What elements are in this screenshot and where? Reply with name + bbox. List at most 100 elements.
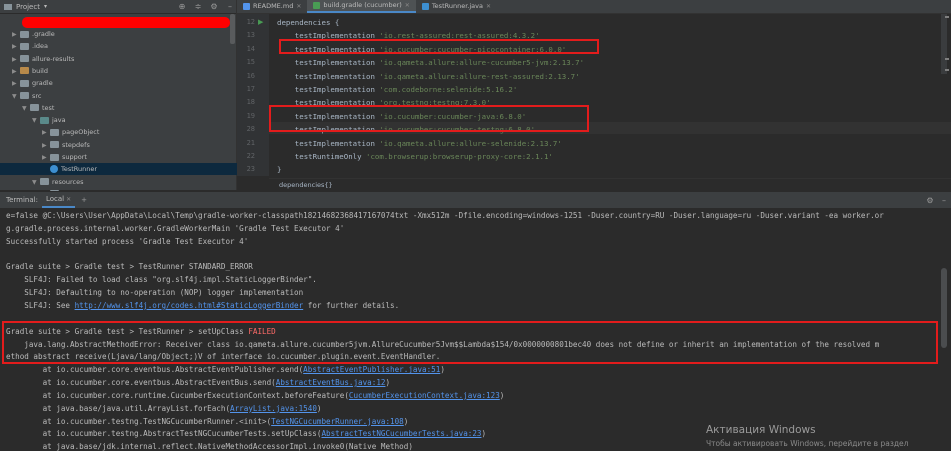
tree-item[interactable]: ▶ .gradle [0, 28, 248, 40]
code-keyword: testRuntimeOnly [277, 152, 366, 161]
project-folder-icon [4, 3, 12, 10]
chevron-down-icon[interactable]: ▾ [44, 3, 47, 10]
terminal-text: ) [403, 416, 409, 426]
terminal-line: at io.cucumber.testng.AbstractTestNGCucu… [6, 429, 487, 439]
terminal-line: SLF4J: Defaulting to no-operation (NOP) … [6, 288, 304, 298]
code-line: dependencies { [277, 18, 339, 27]
chevron-right-icon[interactable]: ▶ [12, 29, 20, 41]
tree-item-label: TestRunner [61, 165, 98, 174]
terminal-link[interactable]: TestNGCucumberRunner.java:108 [271, 417, 404, 426]
folder-icon [20, 67, 29, 75]
terminal-link[interactable]: AbstractEventBus.java:12 [276, 378, 386, 387]
terminal-text: ) [385, 378, 391, 388]
tree-item[interactable]: ▼ test [0, 102, 258, 114]
project-scrollbar[interactable] [230, 14, 235, 44]
tree-item[interactable]: ▼ src [0, 90, 248, 102]
editor-tab[interactable]: TestRunner.java ✕ [416, 0, 497, 13]
line-number: 14 [246, 44, 255, 53]
terminal-text: SLF4J: See [6, 300, 75, 310]
java-file-icon [421, 3, 429, 10]
editor-tab[interactable]: README.md ✕ [237, 0, 307, 13]
folder-icon [50, 153, 59, 161]
terminal-link[interactable]: AbstractEventPublisher.java:51 [303, 365, 440, 374]
tree-item-label: support [62, 153, 87, 161]
line-number: 15 [246, 58, 255, 67]
folder-icon [50, 141, 59, 149]
chevron-down-icon[interactable]: ▼ [12, 91, 20, 103]
editor-tab[interactable]: build.gradle (cucumber) ✕ [307, 0, 416, 13]
line-number: 23 [246, 165, 255, 174]
terminal-output[interactable]: e=false @C:\Users\User\AppData\Local\Tem… [0, 208, 951, 451]
chevron-right-icon[interactable]: ▶ [12, 66, 20, 78]
editor-tab-label: build.gradle (cucumber) [323, 1, 402, 9]
terminal-link[interactable]: CucumberExecutionContext.java:123 [349, 391, 500, 400]
tree-item-label: java [52, 116, 66, 125]
code-string: 'io.qameta.allure:allure-selenide:2.13.7… [379, 138, 562, 148]
code-string: 'com.codeborne:selenide:5.16.2' [379, 85, 518, 94]
terminal-scrollbar[interactable] [940, 208, 948, 450]
close-icon[interactable]: ✕ [296, 0, 301, 13]
code-string: 'io.qameta.allure:allure-cucumber5-jvm:2… [379, 58, 585, 68]
close-icon[interactable]: ✕ [486, 0, 491, 13]
terminal-text: at io.cucumber.core.eventbus.AbstractEve… [6, 378, 276, 388]
class-icon [50, 165, 58, 174]
chevron-right-icon[interactable]: ▶ [42, 127, 50, 139]
gear-icon[interactable]: ⚙ [923, 196, 937, 205]
project-title[interactable]: Project [16, 3, 40, 11]
editor-gutter: 12 ▶ 13 14 15 16 17 18 19 28 21 22 23 [237, 14, 269, 176]
terminal-line: at java.base/java.util.ArrayList.forEach… [6, 403, 322, 413]
tree-item[interactable]: ▶ build [0, 65, 248, 77]
line-number: 12 [246, 18, 255, 26]
highlight-box-error [2, 321, 938, 364]
folder-icon [40, 116, 49, 124]
chevron-down-icon[interactable]: ▼ [22, 103, 30, 115]
target-icon[interactable]: ⊕ [176, 2, 188, 11]
folder-icon [20, 42, 29, 50]
terminal-tab-label: Local [45, 195, 65, 203]
close-icon[interactable]: ✕ [405, 0, 410, 12]
line-number: 17 [246, 85, 255, 93]
tree-item[interactable]: ▼ java [0, 114, 268, 126]
hide-icon[interactable]: – [937, 196, 951, 205]
chevron-right-icon[interactable]: ▶ [12, 78, 20, 90]
chevron-right-icon[interactable]: ▶ [12, 54, 20, 66]
terminal-text: ) [316, 403, 322, 413]
add-terminal-icon[interactable]: + [81, 196, 87, 204]
editor-scrollbar[interactable] [941, 14, 947, 74]
markdown-file-icon [243, 3, 250, 10]
scroll-thumb[interactable] [941, 268, 947, 348]
tree-item-label: .gradle [32, 30, 55, 38]
terminal-link[interactable]: AbstractTestNGCucumberTests.java:23 [321, 429, 481, 438]
folder-icon [20, 30, 29, 38]
code-line: testImplementation 'io.qameta.allure:all… [277, 139, 562, 148]
terminal-line: SLF4J: Failed to load class "org.slf4j.i… [6, 275, 317, 285]
breadcrumb[interactable]: dependencies{} [269, 178, 951, 191]
tree-item[interactable]: ▶ allure-results [0, 53, 248, 65]
terminal-line: g.gradle.process.internal.worker.GradleW… [6, 223, 345, 233]
code-line: } [277, 165, 281, 174]
chevron-down-icon[interactable]: ▼ [32, 177, 40, 189]
chevron-down-icon[interactable]: ▼ [32, 115, 40, 127]
tree-item[interactable]: ▶ .idea [0, 40, 248, 52]
collapse-icon[interactable]: ≑ [192, 2, 204, 11]
folder-icon [50, 128, 59, 136]
code-editor: README.md ✕ build.gradle (cucumber) ✕ TestRu… [237, 0, 951, 190]
chevron-right-icon[interactable]: ▶ [12, 41, 20, 53]
terminal-tab-local[interactable]: Local ✕ [41, 192, 76, 208]
terminal-link[interactable]: ArrayList.java:1540 [230, 404, 317, 413]
tree-item-label: gradle [32, 79, 53, 88]
tree-item[interactable]: ▼ resources [0, 176, 268, 188]
terminal-text: at io.cucumber.testng.AbstractTestNGCucu… [6, 429, 322, 439]
scroll-marker [945, 58, 949, 60]
terminal-header: Terminal: Local ✕ + ⚙ – [0, 191, 951, 208]
terminal-line: Successfully started process 'Gradle Tes… [6, 236, 249, 246]
close-icon[interactable]: ✕ [66, 196, 71, 203]
chevron-right-icon[interactable]: ▶ [42, 140, 50, 152]
hide-icon[interactable]: – [224, 2, 236, 11]
terminal-link[interactable]: http://www.slf4j.org/codes.html#StaticLo… [75, 301, 304, 310]
run-icon[interactable]: ▶ [258, 18, 263, 26]
chevron-right-icon[interactable]: ▶ [42, 152, 50, 164]
code-line: testImplementation 'com.codeborne:seleni… [277, 85, 517, 94]
gear-icon[interactable]: ⚙ [208, 2, 220, 11]
tree-item[interactable]: ▶ gradle [0, 77, 248, 89]
